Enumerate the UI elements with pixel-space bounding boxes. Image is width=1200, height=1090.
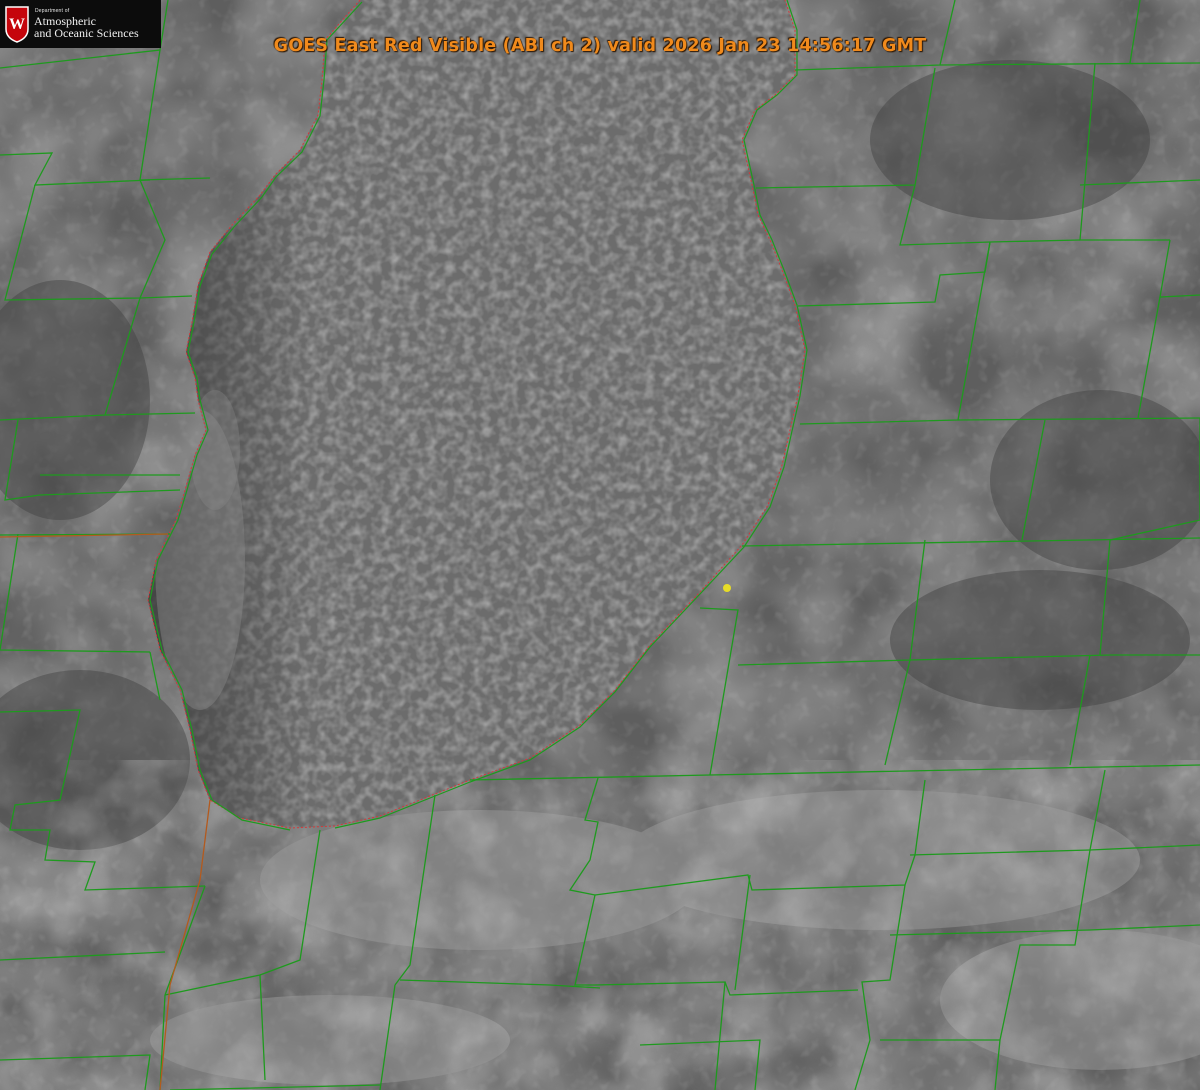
location-marker	[723, 584, 731, 592]
satellite-map	[0, 0, 1200, 1090]
cloud-texture-south	[0, 760, 1200, 1090]
satellite-image-viewer: W Department of Atmospheric and Oceanic …	[0, 0, 1200, 1090]
image-title: GOES East Red Visible (ABI ch 2) valid 2…	[273, 36, 927, 56]
svg-text:W: W	[9, 16, 25, 33]
